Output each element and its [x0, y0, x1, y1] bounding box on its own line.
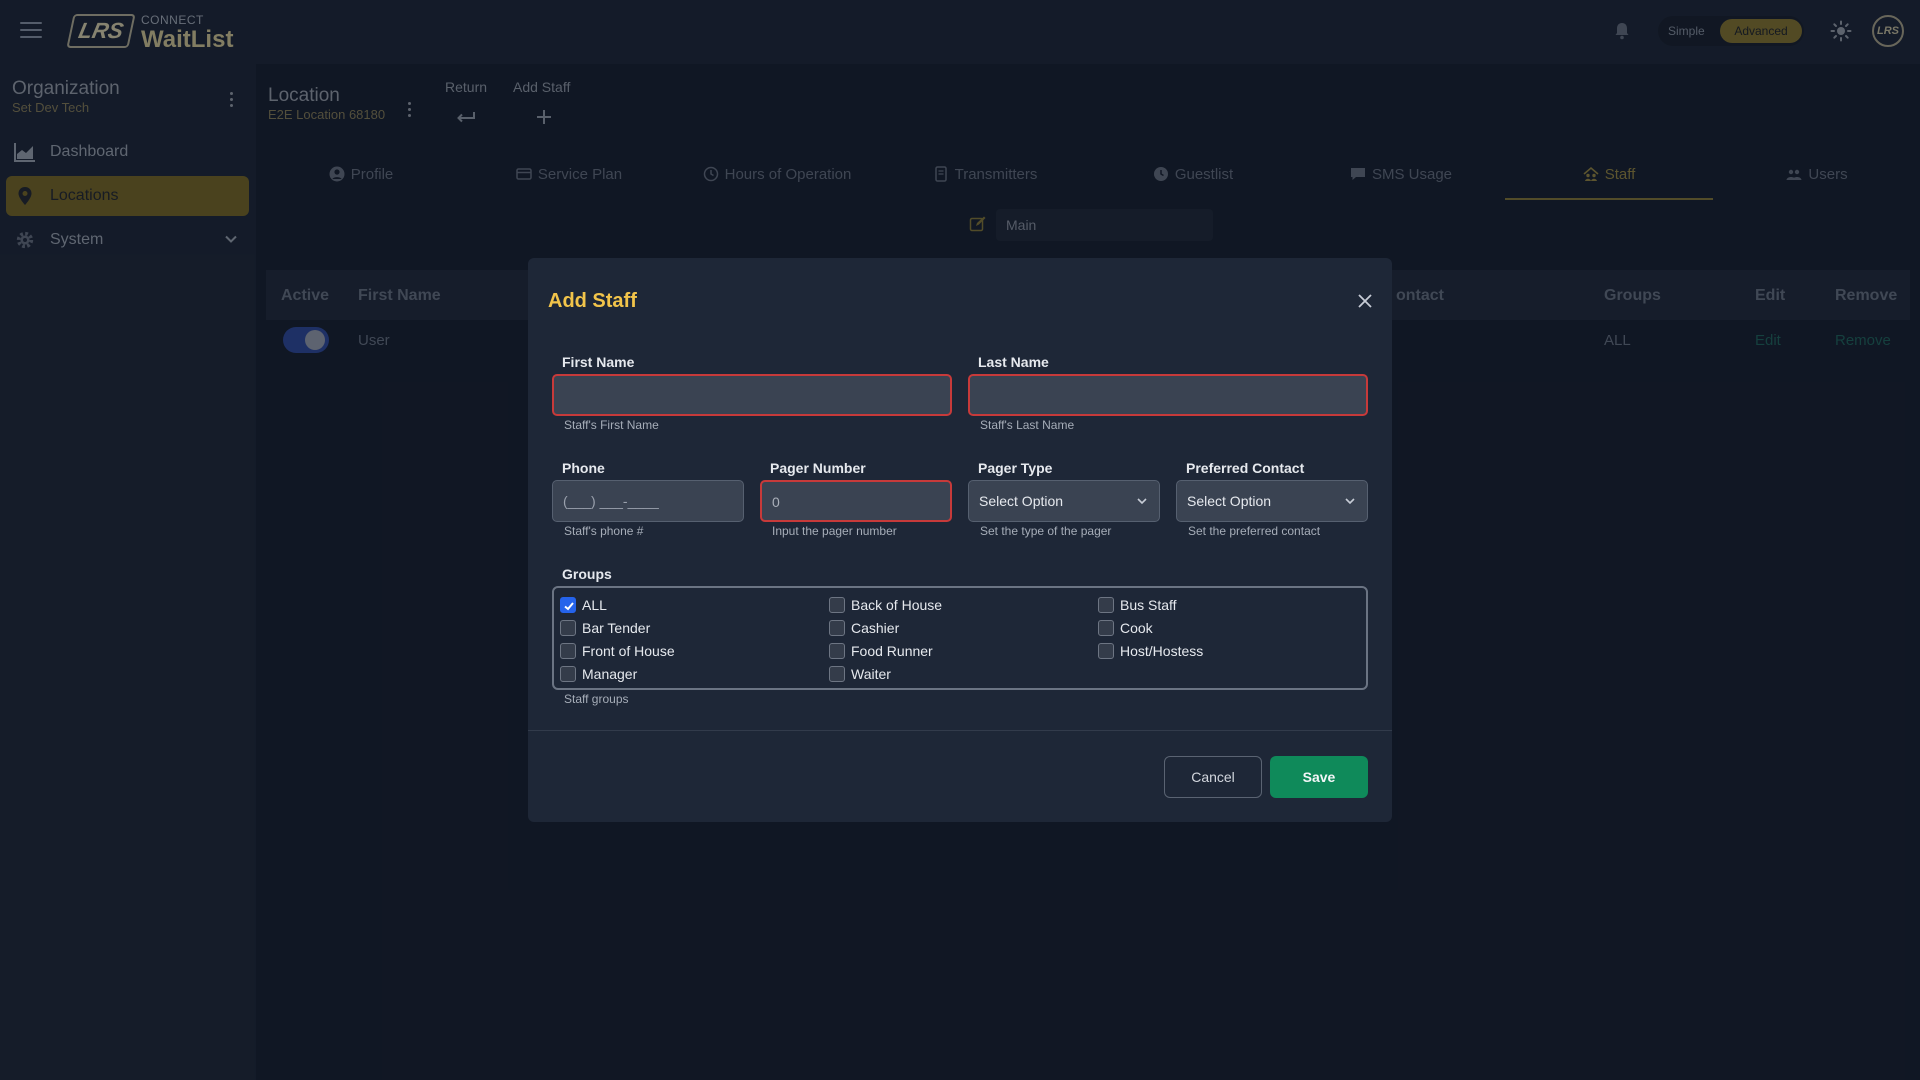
group-checkbox-bus-staff[interactable] [1098, 597, 1114, 613]
group-checkbox-food-runner[interactable] [829, 643, 845, 659]
group-checkbox-bar-tender[interactable] [560, 620, 576, 636]
chevron-down-icon [1345, 498, 1355, 505]
group-label: Cashier [851, 620, 900, 636]
last-name-field[interactable] [968, 374, 1368, 416]
first-name-label: First Name [562, 354, 635, 370]
group-label: ALL [582, 597, 607, 613]
last-name-label: Last Name [978, 354, 1049, 370]
first-name-field[interactable] [552, 374, 952, 416]
close-icon[interactable] [1358, 294, 1372, 308]
group-checkbox-cook[interactable] [1098, 620, 1114, 636]
pager-number-field[interactable]: 0 [760, 480, 952, 522]
group-checkbox-cashier[interactable] [829, 620, 845, 636]
group-label: Cook [1120, 620, 1153, 636]
group-label: Bus Staff [1120, 597, 1177, 613]
save-button[interactable]: Save [1270, 756, 1368, 798]
group-label: Front of House [582, 643, 675, 659]
group-checkbox-manager[interactable] [560, 666, 576, 682]
phone-label: Phone [562, 460, 605, 476]
preferred-contact-value: Select Option [1187, 493, 1272, 509]
check-icon [564, 602, 574, 611]
phone-help: Staff's phone # [564, 524, 644, 538]
pager-number-help: Input the pager number [772, 524, 897, 538]
modal-divider [528, 730, 1392, 731]
group-label: Food Runner [851, 643, 933, 659]
first-name-help: Staff's First Name [564, 418, 659, 432]
groups-label: Groups [562, 566, 612, 582]
group-label: Manager [582, 666, 638, 682]
preferred-contact-help: Set the preferred contact [1188, 524, 1321, 538]
group-checkbox-back-of-house[interactable] [829, 597, 845, 613]
group-checkbox-waiter[interactable] [829, 666, 845, 682]
pager-number-label: Pager Number [770, 460, 866, 476]
group-checkbox-front-of-house[interactable] [560, 643, 576, 659]
preferred-contact-select[interactable]: Select Option [1176, 480, 1368, 522]
add-staff-modal: Add Staff First Name Staff's First Name … [528, 258, 1392, 822]
last-name-help: Staff's Last Name [980, 418, 1075, 432]
group-checkbox-all[interactable] [560, 597, 576, 613]
modal-title: Add Staff [548, 290, 637, 312]
pager-type-help: Set the type of the pager [980, 524, 1112, 538]
group-label: Back of House [851, 597, 943, 613]
group-label: Host/Hostess [1120, 643, 1204, 659]
preferred-contact-label: Preferred Contact [1186, 460, 1305, 476]
group-checkbox-host-hostess[interactable] [1098, 643, 1114, 659]
chevron-down-icon [1137, 498, 1147, 505]
group-label: Waiter [851, 666, 891, 682]
pager-type-label: Pager Type [978, 460, 1053, 476]
group-label: Bar Tender [582, 620, 651, 636]
pager-type-select[interactable]: Select Option [968, 480, 1160, 522]
pager-type-value: Select Option [979, 493, 1064, 509]
groups-help: Staff groups [564, 692, 629, 706]
phone-field[interactable]: (___) ___-____ [552, 480, 744, 522]
groups-checkbox-group [552, 586, 1368, 690]
cancel-button[interactable]: Cancel [1164, 756, 1262, 798]
